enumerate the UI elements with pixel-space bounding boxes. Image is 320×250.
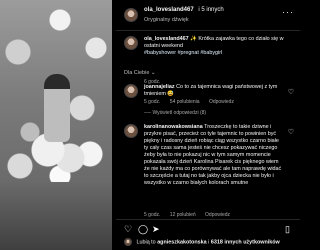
author-username[interactable]: ola_lovesland467: [144, 7, 194, 13]
reply-button[interactable]: Odpowiedz: [205, 212, 230, 218]
comment-meta: 5 godz. 54 polubienia Odpowiedz: [144, 99, 242, 105]
comment-username[interactable]: joannajeliaz: [144, 84, 175, 90]
coauthors-link[interactable]: i 5 innych: [198, 7, 223, 13]
send-icon[interactable]: ➤: [152, 223, 160, 235]
comment-time: 5 godz.: [144, 212, 161, 218]
photo-floor: [0, 182, 112, 250]
avatar[interactable]: [124, 238, 132, 246]
liked-by-others[interactable]: 6318 innych użytkowników: [211, 239, 280, 245]
liked-by-user[interactable]: agnieszkakotonska: [157, 239, 206, 245]
comment-time: 5 godz.: [144, 99, 161, 105]
comment-likes[interactable]: 54 polubienia: [170, 99, 200, 105]
post-action-bar: ♡ ◯ ➤ ▯: [124, 223, 294, 235]
liked-by-and: i: [208, 239, 210, 246]
liked-by-prefix: Lubią to: [136, 239, 156, 246]
post-header: ola_lovesland467 i 5 innych Oryginalny d…: [124, 6, 300, 30]
bookmark-icon[interactable]: ▯: [285, 223, 290, 235]
caption-hashtags[interactable]: #babyshower #pregnat #babygirl: [144, 50, 294, 57]
divider: [116, 219, 300, 220]
reply-button[interactable]: Odpowiedz: [209, 99, 234, 105]
post-photo[interactable]: [0, 0, 112, 250]
audio-label[interactable]: Oryginalny dźwięk: [144, 17, 189, 23]
heart-icon[interactable]: ♡: [288, 88, 294, 96]
comment-bubble-icon[interactable]: ◯: [138, 223, 148, 235]
view-replies-link[interactable]: ── Wyświetl odpowiedzi (8): [144, 110, 206, 116]
comment-likes[interactable]: 12 polubień: [170, 212, 196, 218]
caption-username[interactable]: ola_lovesland467: [144, 36, 189, 42]
photo-person: [44, 74, 70, 142]
comment-text: Troszeczkę to takie dziwne i przykre pis…: [144, 124, 282, 186]
avatar[interactable]: [124, 84, 138, 98]
liked-by-summary: Lubią to agnieszkakotonska i 6318 innych…: [124, 238, 280, 246]
avatar[interactable]: [124, 36, 138, 50]
comment-username[interactable]: karolinanowakowsiana: [144, 124, 203, 130]
view-replies-label[interactable]: Wyświetl odpowiedzi (8): [152, 110, 206, 116]
for-you-filter[interactable]: Dla Ciebie ⌄: [124, 70, 156, 76]
divider: [116, 30, 300, 31]
comment-meta: 5 godz. 12 polubień Odpowiedz: [144, 212, 238, 218]
post-details-panel: ola_lovesland467 i 5 innych Oryginalny d…: [116, 0, 300, 250]
avatar[interactable]: [124, 8, 138, 22]
heart-icon[interactable]: ♡: [288, 128, 294, 136]
avatar[interactable]: [124, 124, 138, 138]
heart-outline-icon[interactable]: ♡: [124, 223, 132, 235]
more-options-icon[interactable]: ···: [282, 7, 294, 17]
